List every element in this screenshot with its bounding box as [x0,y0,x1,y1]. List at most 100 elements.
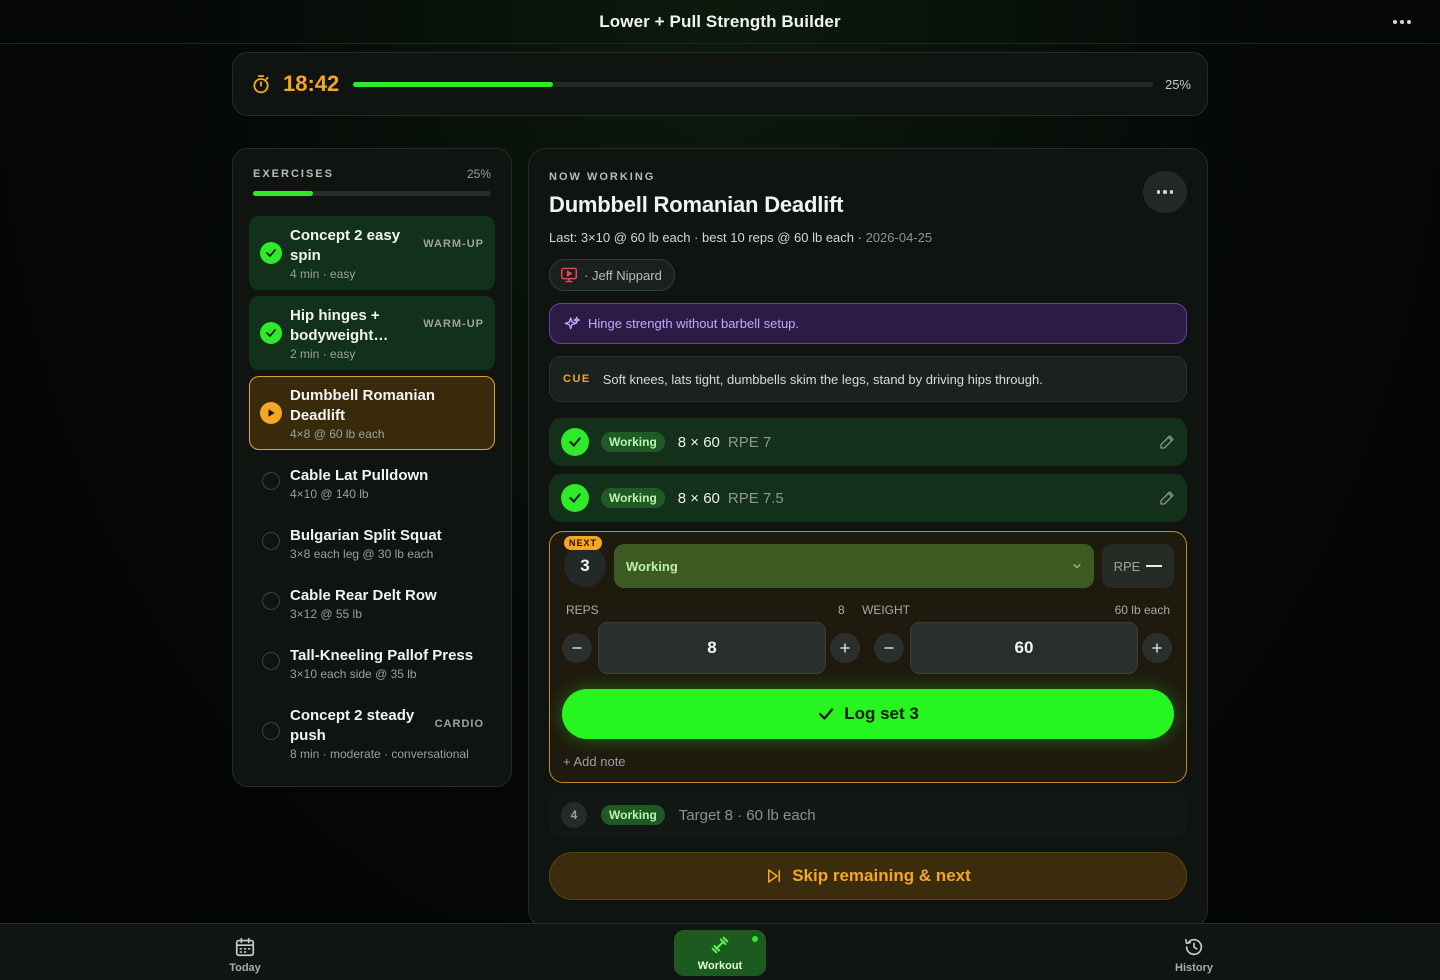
reps-decrement-button[interactable] [562,633,592,663]
exercises-progress-label: 25% [466,167,491,181]
chevron-down-icon [1073,564,1081,569]
bottom-nav: Today Workout History [0,923,1440,980]
play-icon [260,402,282,424]
nav-today[interactable]: Today [199,932,291,978]
now-working-label: NOW WORKING [549,171,656,183]
pending-circle-icon [262,722,280,740]
rpe-label: RPE [1113,558,1141,574]
skip-remaining-button[interactable]: Skip remaining & next [549,852,1187,900]
current-exercise-panel: NOW WORKING Dumbbell Romanian Deadlift L… [528,148,1208,928]
active-indicator-dot [750,934,760,944]
nav-workout-label: Workout [697,960,743,972]
exercise-name: Concept 2 steady push [290,707,415,744]
exercise-item[interactable]: Concept 2 easy spin 4 min · easy WARM-UP [249,216,495,290]
video-screen-icon [561,267,577,283]
exercise-item[interactable]: Hip hinges + bodyweight… 2 min · easy WA… [249,296,495,370]
weight-label: WEIGHT [862,603,910,617]
nav-workout[interactable]: Workout [674,930,766,976]
exercise-meta: 4×8 @ 60 lb each [290,427,385,441]
exercise-meta: 4×10 @ 140 lb [290,487,369,501]
more-options-button[interactable] [1390,12,1414,32]
exercise-name: Dumbbell Romanian Deadlift [290,387,436,424]
exercise-item[interactable]: Cable Rear Delt Row 3×12 @ 55 lb [249,576,495,630]
elapsed-time: 18:42 [283,71,340,96]
reps-input[interactable]: 8 [598,622,826,674]
exercise-item[interactable]: Tall-Kneeling Pallof Press 3×10 each sid… [249,636,495,690]
weight-hint: 60 lb each [1114,603,1170,617]
last-performance: Last: 3×10 @ 60 lb each · best 10 reps @… [549,230,1187,245]
last-date: 2026-04-25 [865,230,933,245]
exercise-options-button[interactable] [1143,171,1187,213]
rpe-selector[interactable]: RPE [1102,544,1174,588]
sparkles-icon [564,316,580,329]
check-icon [561,484,589,512]
exercise-meta: 3×10 each side @ 35 lb [290,667,417,681]
pending-circle-icon [262,652,280,670]
pending-circle-icon [262,472,280,490]
set-rpe: RPE 7 [727,433,772,451]
weight-decrement-button[interactable] [874,633,904,663]
exercise-name: Hip hinges + bodyweight… [290,307,389,344]
check-icon [561,428,589,456]
pending-circle-icon [262,592,280,610]
set-type-badge: Working [601,805,665,825]
top-bar: Lower + Pull Strength Builder [0,0,1440,44]
exercise-meta: 4 min · easy [290,267,356,281]
exercise-name: Bulgarian Split Squat [290,527,442,544]
completed-set-row: Working 8 × 60 RPE 7 [549,418,1187,466]
check-icon [260,242,282,264]
exercise-item-current[interactable]: Dumbbell Romanian Deadlift 4×8 @ 60 lb e… [249,376,495,450]
exercise-item[interactable]: Cable Lat Pulldown 4×10 @ 140 lb [249,456,495,510]
log-set-button[interactable]: Log set 3 [562,689,1174,739]
set-type-badge: Working [601,488,665,508]
reps-increment-button[interactable] [830,633,860,663]
weight-input[interactable]: 60 [910,622,1138,674]
creator-name: · Jeff Nippard [584,267,662,283]
check-icon [819,708,834,720]
edit-pencil-icon[interactable] [1159,490,1175,506]
reps-label: REPS [566,603,599,617]
creator-video-chip[interactable]: · Jeff Nippard [549,259,675,291]
dumbbell-icon [711,936,729,954]
nav-history-label: History [1175,962,1213,974]
exercise-meta: 3×8 each leg @ 30 lb each [290,547,434,561]
reps-hint: 8 [838,603,845,617]
timer-bar: 18:42 25% [232,52,1208,116]
set-target: Target 8 · 60 lb each [678,806,816,824]
weight-increment-button[interactable] [1142,633,1172,663]
set-value: 8 × 60 [677,489,720,507]
exercise-item[interactable]: Bulgarian Split Squat 3×8 each leg @ 30 … [249,516,495,570]
more-icon [1393,20,1397,24]
current-exercise-title: Dumbbell Romanian Deadlift [549,192,844,217]
exercise-name: Concept 2 easy spin [290,227,401,264]
exercise-tag: CARDIO [434,718,484,730]
skip-label: Skip remaining & next [792,866,971,885]
set-type-value: Working [626,558,678,574]
plus-icon [840,643,850,653]
nav-history[interactable]: History [1148,932,1240,978]
exercises-heading: EXERCISES [253,168,334,180]
exercise-item[interactable]: Concept 2 steady push 8 min · moderate ·… [249,696,495,770]
set-type-select[interactable]: Working [614,544,1094,588]
workout-progress-track [353,81,1153,87]
nav-today-label: Today [229,962,261,974]
next-badge: NEXT [564,536,603,550]
add-note-link[interactable]: + Add note [563,754,626,769]
check-icon [260,322,282,344]
last-detail: 3×10 @ 60 lb each · best 10 reps @ 60 lb… [580,230,862,245]
pending-circle-icon [262,532,280,550]
workout-progress-fill [353,81,553,87]
cue-text: Soft knees, lats tight, dumbbells skim t… [602,371,1043,387]
exercise-list-panel: EXERCISES 25% Concept 2 easy spin 4 min … [232,148,512,787]
minus-icon [572,647,582,649]
set-value: 8 × 60 [677,433,720,451]
rpe-empty-dash [1146,565,1163,567]
exercises-progress-fill [253,191,313,196]
exercise-meta: 2 min · easy [290,347,356,361]
last-prefix: Last: [549,230,578,245]
exercise-purpose-banner: Hinge strength without barbell setup. [549,303,1187,344]
skip-forward-icon [768,869,781,883]
form-cue: CUE Soft knees, lats tight, dumbbells sk… [549,356,1187,402]
edit-pencil-icon[interactable] [1159,434,1175,450]
upcoming-set-row[interactable]: 4 Working Target 8 · 60 lb each [549,792,1187,838]
